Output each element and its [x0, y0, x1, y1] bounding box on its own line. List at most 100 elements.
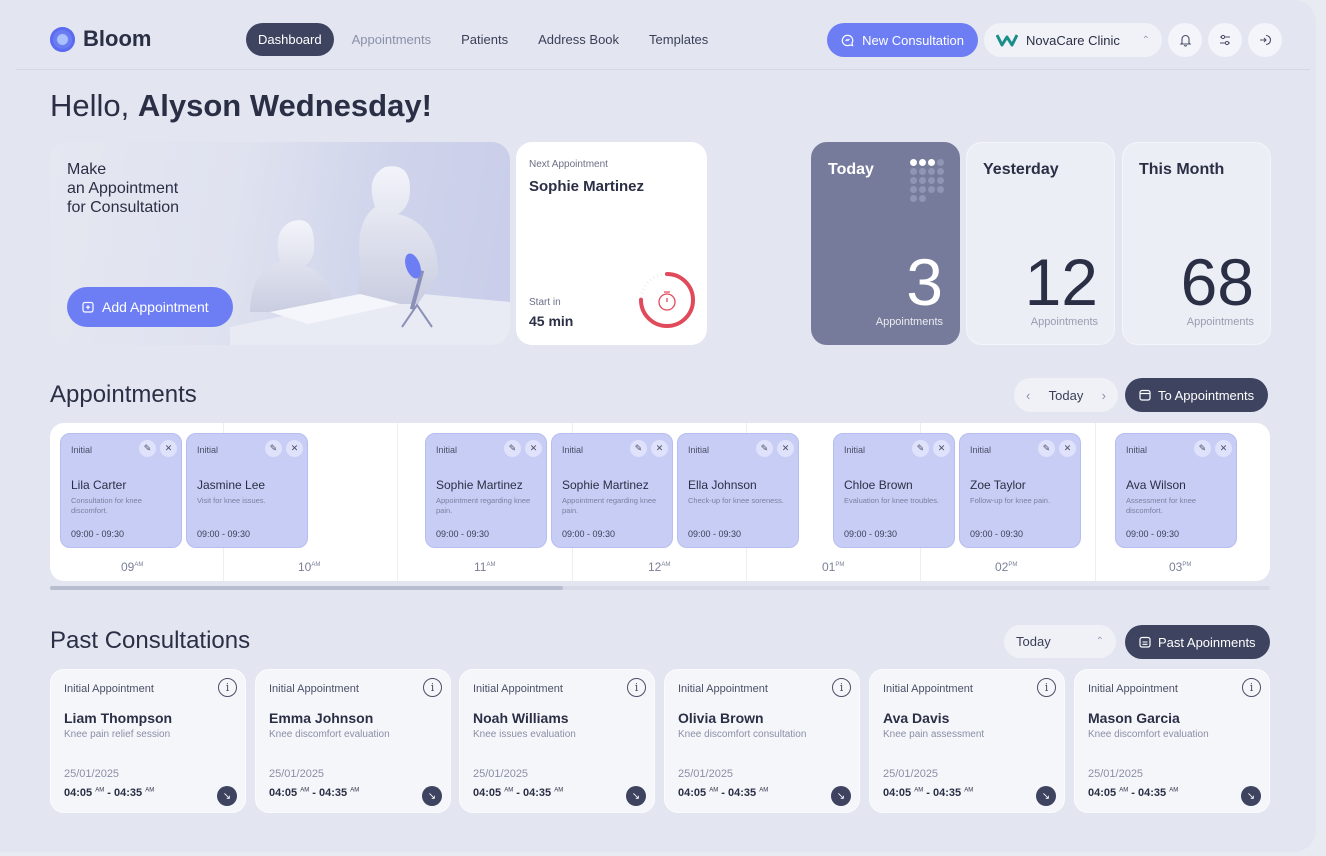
- info-icon[interactable]: i: [218, 678, 237, 697]
- stat-yesterday-card[interactable]: Yesterday 12 Appointments: [966, 142, 1115, 345]
- appointment-time: 09:00 - 09:30: [1126, 529, 1180, 539]
- appointment-card[interactable]: Initial ✎ ✕ Ella Johnson Check-up for kn…: [677, 433, 799, 548]
- logo[interactable]: Bloom: [50, 26, 151, 52]
- appointment-card[interactable]: Initial ✎ ✕ Sophie Martinez Appointment …: [425, 433, 547, 548]
- past-appointments-button[interactable]: Past Apoinments: [1125, 625, 1270, 659]
- appointment-desc: Evaluation for knee troubles.: [844, 496, 940, 505]
- appointment-tag: Initial: [197, 445, 219, 455]
- hour-label: 01PM: [822, 560, 845, 574]
- past-consultation-card[interactable]: Initial Appointment i Noah Williams Knee…: [459, 669, 655, 813]
- arrow-down-right-icon[interactable]: ↘: [217, 786, 237, 806]
- close-icon[interactable]: ✕: [933, 440, 950, 457]
- app-name: Bloom: [83, 26, 152, 51]
- arrow-down-right-icon[interactable]: ↘: [626, 786, 646, 806]
- edit-icon[interactable]: ✎: [630, 440, 647, 457]
- stat-month-card[interactable]: This Month 68 Appointments: [1122, 142, 1271, 345]
- past-consultation-card[interactable]: Initial Appointment i Mason Garcia Knee …: [1074, 669, 1270, 813]
- appointment-card[interactable]: Initial ✎ ✕ Jasmine Lee Visit for knee i…: [186, 433, 308, 548]
- appointment-name: Ella Johnson: [688, 478, 757, 492]
- past-consultation-card[interactable]: Initial Appointment i Emma Johnson Knee …: [255, 669, 451, 813]
- next-appointment-card[interactable]: Next Appointment Sophie Martinez Start i…: [516, 142, 707, 345]
- nav-appointments[interactable]: Appointments: [340, 23, 444, 56]
- nav-dashboard[interactable]: Dashboard: [246, 23, 334, 56]
- past-appointments-label: Past Apoinments: [1158, 634, 1256, 650]
- info-icon[interactable]: i: [423, 678, 442, 697]
- info-icon[interactable]: i: [627, 678, 646, 697]
- edit-icon[interactable]: ✎: [1194, 440, 1211, 457]
- nav-templates[interactable]: Templates: [637, 23, 720, 56]
- nav-address-book[interactable]: Address Book: [526, 23, 631, 56]
- appointment-name: Zoe Taylor: [970, 478, 1026, 492]
- appointment-desc: Consultation for knee discomfort.: [71, 496, 142, 515]
- logout-button[interactable]: [1248, 23, 1282, 57]
- day-switcher: ‹ Today ›: [1014, 378, 1118, 412]
- chevron-left-icon[interactable]: ‹: [1026, 388, 1030, 403]
- appointment-card[interactable]: Initial ✎ ✕ Ava Wilson Assessment for kn…: [1115, 433, 1237, 548]
- arrow-down-right-icon[interactable]: ↘: [1241, 786, 1261, 806]
- clinic-name: NovaCare Clinic: [1026, 32, 1120, 48]
- appointment-name: Sophie Martinez: [436, 478, 523, 492]
- add-appointment-button[interactable]: Add Appointment: [67, 287, 233, 327]
- consultation-desc: Knee pain relief session: [64, 729, 171, 740]
- appointment-tag: Initial: [688, 445, 710, 455]
- info-icon[interactable]: i: [1037, 678, 1056, 697]
- to-appointments-button[interactable]: To Appointments: [1125, 378, 1269, 412]
- close-icon[interactable]: ✕: [651, 440, 668, 457]
- scrollbar-thumb[interactable]: [50, 586, 563, 590]
- stat-month-value: 68: [1180, 245, 1254, 319]
- logout-icon: [1260, 34, 1272, 46]
- past-consultation-card[interactable]: Initial Appointment i Ava Davis Knee pai…: [869, 669, 1065, 813]
- timeline-scrollbar[interactable]: [50, 586, 1270, 590]
- close-icon[interactable]: ✕: [160, 440, 177, 457]
- start-in-value: 45 min: [529, 313, 574, 329]
- appointment-card[interactable]: Initial ✎ ✕ Zoe Taylor Follow-up for kne…: [959, 433, 1081, 548]
- arrow-down-right-icon[interactable]: ↘: [1036, 786, 1056, 806]
- close-icon[interactable]: ✕: [286, 440, 303, 457]
- filters-button[interactable]: [1208, 23, 1242, 57]
- appointment-card[interactable]: Initial ✎ ✕ Sophie Martinez Appointment …: [551, 433, 673, 548]
- edit-icon[interactable]: ✎: [1038, 440, 1055, 457]
- appointment-time: 09:00 - 09:30: [844, 529, 898, 539]
- new-consultation-button[interactable]: New Consultation: [827, 23, 978, 57]
- close-icon[interactable]: ✕: [1059, 440, 1076, 457]
- appointment-card[interactable]: Initial ✎ ✕ Chloe Brown Evaluation for k…: [833, 433, 955, 548]
- start-in-label: Start in: [529, 297, 561, 308]
- nav-patients[interactable]: Patients: [449, 23, 520, 56]
- appointment-tag: Initial: [71, 445, 93, 455]
- appointment-card[interactable]: Initial ✎ ✕ Lila Carter Consultation for…: [60, 433, 182, 548]
- edit-icon[interactable]: ✎: [265, 440, 282, 457]
- patient-name: Liam Thompson: [64, 710, 173, 726]
- clinic-selector[interactable]: NovaCare Clinic ⌃: [984, 23, 1162, 57]
- info-icon[interactable]: i: [1242, 678, 1261, 697]
- appointment-tag: Initial: [1126, 445, 1148, 455]
- edit-icon[interactable]: ✎: [912, 440, 929, 457]
- chevron-right-icon[interactable]: ›: [1102, 388, 1106, 403]
- close-icon[interactable]: ✕: [525, 440, 542, 457]
- stat-today-value: 3: [906, 245, 943, 319]
- stat-today-card[interactable]: Today 3 Appointments: [811, 142, 960, 345]
- calendar-plus-icon: [82, 301, 94, 313]
- appointment-desc: Appointment regarding knee pain.: [436, 496, 531, 515]
- banner-line-1: Make: [67, 161, 107, 178]
- close-icon[interactable]: ✕: [1215, 440, 1232, 457]
- edit-icon[interactable]: ✎: [504, 440, 521, 457]
- notifications-button[interactable]: [1168, 23, 1202, 57]
- appointment-name: Chloe Brown: [844, 478, 913, 492]
- arrow-down-right-icon[interactable]: ↘: [831, 786, 851, 806]
- past-consultations-title: Past Consultations: [50, 627, 251, 654]
- past-filter-select[interactable]: Today ⌃: [1004, 625, 1116, 658]
- edit-icon[interactable]: ✎: [756, 440, 773, 457]
- bloom-logo-icon: [50, 26, 75, 52]
- appointment-time: 09:00 - 09:30: [71, 529, 125, 539]
- consultation-tag: Initial Appointment: [473, 683, 563, 695]
- banner-line-3: for Consultation: [67, 199, 180, 216]
- consultation-time: 04:05 AM - 04:35 AM: [64, 787, 155, 799]
- past-consultation-card[interactable]: Initial Appointment i Olivia Brown Knee …: [664, 669, 860, 813]
- past-consultation-card[interactable]: Initial Appointment i Liam Thompson Knee…: [50, 669, 246, 813]
- arrow-down-right-icon[interactable]: ↘: [422, 786, 442, 806]
- calendar-icon: [1139, 389, 1151, 401]
- info-icon[interactable]: i: [832, 678, 851, 697]
- edit-icon[interactable]: ✎: [139, 440, 156, 457]
- stat-yesterday-value: 12: [1024, 245, 1098, 319]
- close-icon[interactable]: ✕: [777, 440, 794, 457]
